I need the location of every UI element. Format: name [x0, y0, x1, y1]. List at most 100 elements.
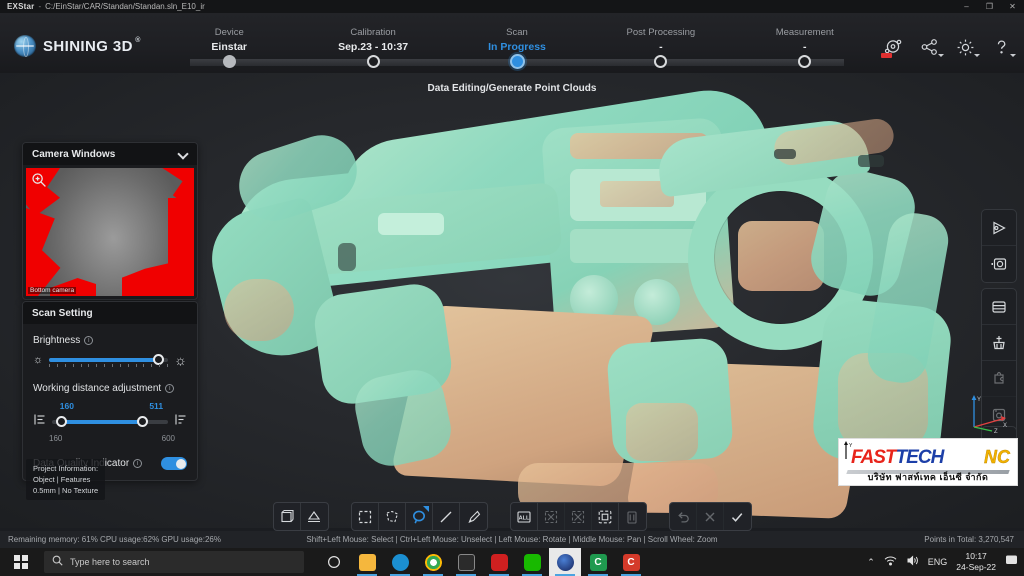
windows-start-icon[interactable]: [0, 548, 42, 576]
tray-chevron-icon[interactable]: ⌃: [867, 557, 875, 568]
step-measurement-value: -: [803, 41, 807, 53]
logo-tech: TECH: [895, 447, 945, 468]
search-input[interactable]: Type here to search: [44, 551, 304, 573]
light-shade-icon[interactable]: [301, 503, 328, 530]
logo-thai-text: บริษัท ฟาสท์เทค เอ็นซี จำกัด: [867, 472, 989, 482]
speaker-icon[interactable]: [906, 553, 919, 571]
working-distance-min-knob[interactable]: [55, 416, 67, 427]
project-path: C:/EinStar/CAR/Standan/Standan.sln_E10_i…: [45, 2, 205, 11]
wifi-icon[interactable]: [884, 553, 897, 571]
brush-select-icon[interactable]: [460, 503, 487, 530]
right-rail-scan-group: [981, 209, 1017, 283]
step-scan[interactable]: Scan In Progress: [447, 27, 587, 54]
scan-status-icon[interactable]: [880, 35, 906, 59]
undo-icon[interactable]: [670, 503, 697, 530]
camera-preview[interactable]: Bottom camera: [26, 168, 194, 296]
info-icon[interactable]: i: [165, 384, 175, 393]
step-post-processing[interactable]: Post Processing -: [591, 27, 731, 54]
rect-select-icon[interactable]: [352, 503, 379, 530]
line-select-icon[interactable]: [433, 503, 460, 530]
working-distance-range-min: 160: [49, 434, 63, 443]
red-app-icon[interactable]: [483, 548, 515, 576]
gear-caret-icon: [974, 54, 980, 57]
mouse-hints-text: Shift+Left Mouse: Select | Ctrl+Left Mou…: [306, 535, 718, 544]
cortana-circle-icon[interactable]: [318, 548, 350, 576]
scan-viewport-3d[interactable]: Camera Windows Bottom camera Scan Settin…: [0, 73, 1024, 528]
deselect-icon[interactable]: [538, 503, 565, 530]
working-distance-max-knob[interactable]: [136, 416, 148, 427]
close-button[interactable]: ✕: [1001, 0, 1024, 13]
axis-gizmo: Y X Z: [968, 393, 1012, 435]
scan-setting-panel: Scan Setting Brightness i ☼ ☼ Working di…: [22, 301, 198, 481]
app-name: EXStar: [7, 2, 35, 11]
share-icon[interactable]: [916, 35, 944, 59]
scan-setting-header: Scan Setting: [23, 302, 197, 324]
workflow-steps: Device Einstar Calibration Sep.23 - 10:3…: [190, 13, 844, 73]
data-quality-toggle[interactable]: [161, 457, 187, 470]
microsoft-store-icon[interactable]: [450, 548, 482, 576]
magnifier-plus-icon[interactable]: [31, 172, 47, 188]
working-distance-slider[interactable]: [33, 413, 187, 431]
crop-icon[interactable]: [592, 503, 619, 530]
line-messenger-icon[interactable]: [516, 548, 548, 576]
registered-mark: ®: [135, 36, 141, 44]
play-scan-icon[interactable]: [982, 210, 1016, 246]
working-distance-label: Working distance adjustment: [33, 383, 162, 394]
system-tray: ⌃ ENG 10:17 24-Sep-22: [867, 551, 1018, 573]
brand-label: SHINING 3D: [43, 37, 133, 55]
step-calibration[interactable]: Calibration Sep.23 - 10:37: [303, 27, 443, 54]
red-doc-icon[interactable]: C: [615, 548, 647, 576]
edge-browser-icon[interactable]: [384, 548, 416, 576]
lasso-select-icon[interactable]: [406, 503, 433, 530]
clock-date: 24-Sep-22: [956, 562, 996, 572]
delete-icon[interactable]: [619, 503, 646, 530]
brand-name: SHINING 3D ®: [43, 37, 140, 55]
sun-small-icon: ☼: [33, 353, 44, 366]
language-indicator[interactable]: ENG: [928, 557, 948, 567]
sun-large-icon: ☼: [174, 352, 187, 368]
working-distance-track[interactable]: [52, 416, 168, 427]
exstar-app-icon[interactable]: [549, 548, 581, 576]
view-box-icon[interactable]: [274, 503, 301, 530]
brightness-ticks: [49, 364, 168, 368]
capture-frame-icon[interactable]: [982, 246, 1016, 282]
minimize-button[interactable]: –: [955, 0, 978, 13]
confirm-icon[interactable]: [724, 503, 751, 530]
cancel-icon[interactable]: [697, 503, 724, 530]
maximize-button[interactable]: ❐: [978, 0, 1001, 13]
step-calibration-dot[interactable]: [366, 55, 380, 68]
invert-select-icon[interactable]: [565, 503, 592, 530]
working-distance-max-value: 511: [149, 401, 164, 411]
step-scan-dot[interactable]: [509, 54, 525, 69]
step-post-processing-label: Post Processing: [626, 27, 696, 38]
window-controls: – ❐ ✕: [955, 0, 1024, 13]
select-all-icon[interactable]: ALL: [511, 503, 538, 530]
puzzle-align-icon[interactable]: [982, 361, 1016, 397]
step-scan-value: In Progress: [488, 41, 546, 53]
brightness-fill: [49, 358, 159, 362]
file-explorer-icon[interactable]: [351, 548, 383, 576]
gear-icon[interactable]: [952, 35, 980, 59]
chrome-browser-icon[interactable]: [417, 548, 449, 576]
polygon-select-icon[interactable]: [379, 503, 406, 530]
share-caret-icon: [938, 54, 944, 57]
step-post-processing-dot[interactable]: [654, 55, 668, 68]
layers-icon[interactable]: [982, 289, 1016, 325]
green-doc-icon[interactable]: C: [582, 548, 614, 576]
camera-windows-header[interactable]: Camera Windows: [23, 143, 197, 165]
working-distance-fill: [61, 420, 143, 424]
help-icon[interactable]: [988, 35, 1016, 59]
step-measurement[interactable]: Measurement -: [735, 27, 875, 54]
step-device[interactable]: Device Einstar: [159, 27, 299, 54]
taskbar-clock[interactable]: 10:17 24-Sep-22: [956, 551, 996, 573]
info-icon[interactable]: i: [133, 459, 143, 468]
notification-icon[interactable]: [1005, 553, 1018, 571]
brightness-track[interactable]: [49, 354, 169, 367]
working-distance-section: Working distance adjustment i 160 511 16…: [23, 383, 197, 445]
step-measurement-dot[interactable]: [798, 55, 812, 68]
info-icon[interactable]: i: [84, 336, 94, 345]
clean-brush-icon[interactable]: [982, 325, 1016, 361]
brightness-slider[interactable]: ☼ ☼: [33, 353, 187, 367]
chevron-down-icon[interactable]: [179, 150, 188, 156]
step-device-dot[interactable]: [222, 55, 236, 68]
